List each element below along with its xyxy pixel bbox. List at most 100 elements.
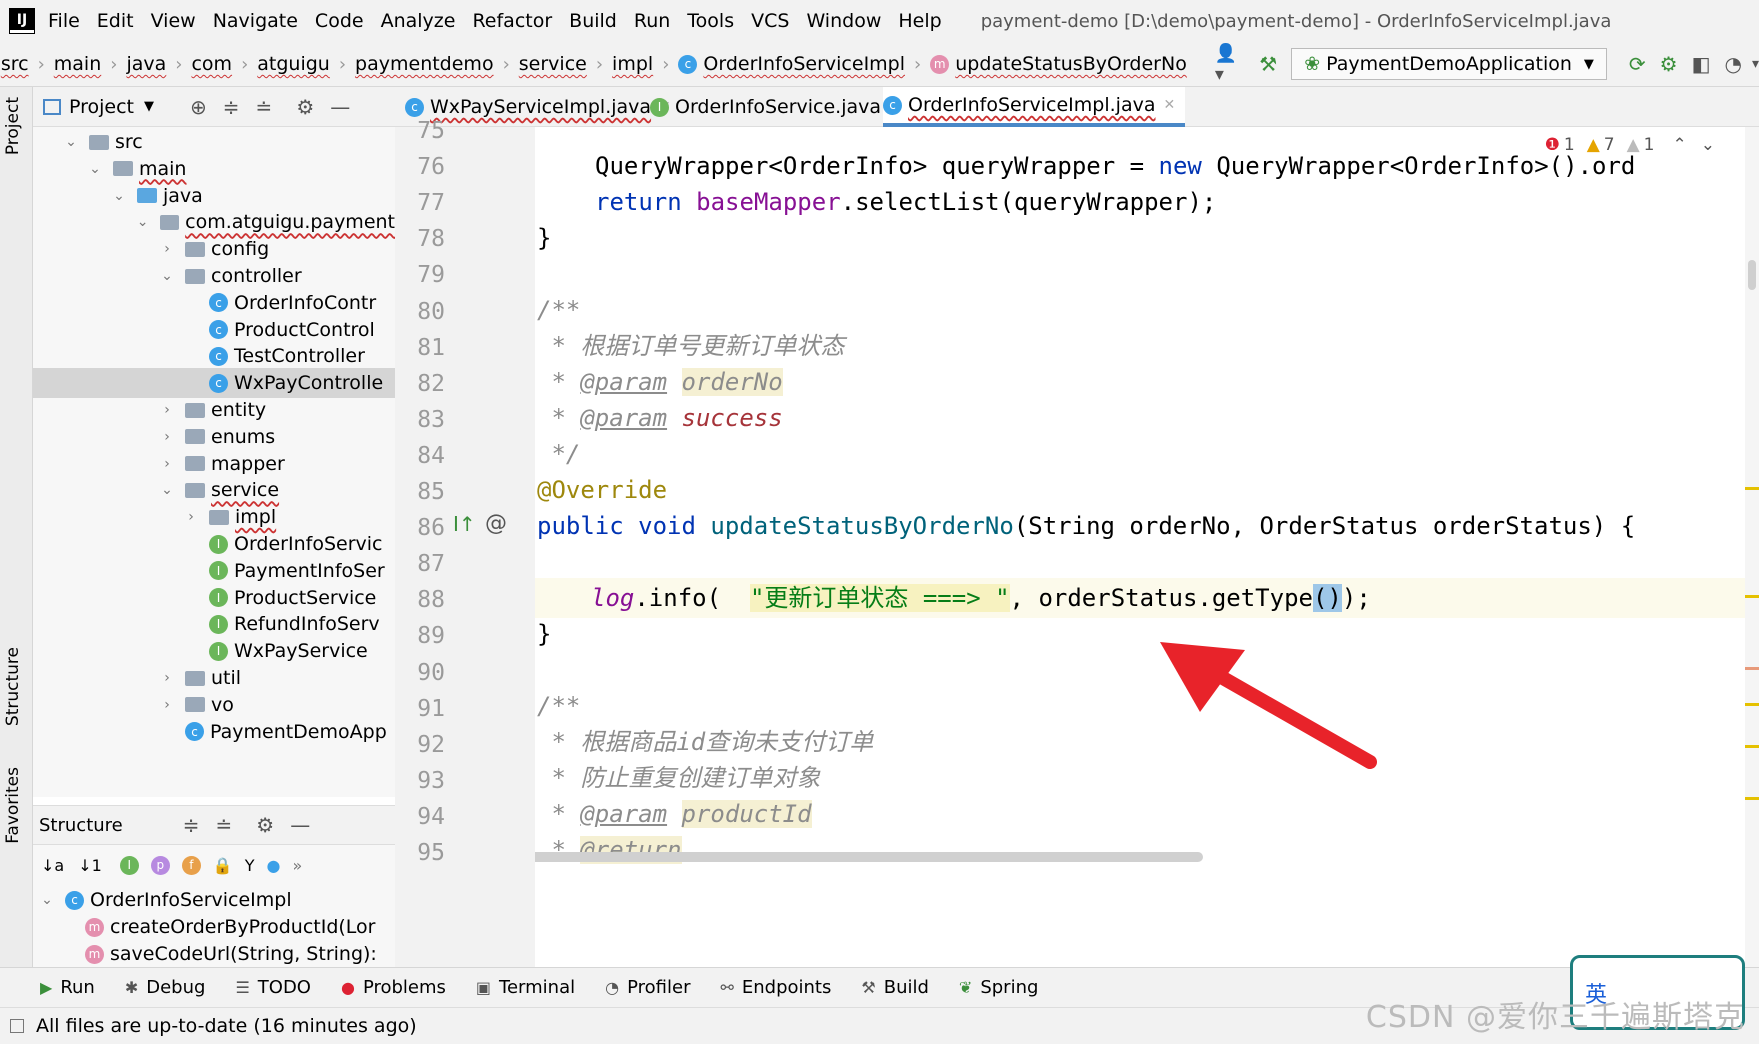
inspections-widget[interactable]: ❶1 ▲ 7 ▲ 1 ⌃ ⌄ — [1545, 127, 1715, 163]
menu-analyze[interactable]: Analyze — [381, 10, 456, 32]
tree-item[interactable]: c OrderInfoContr — [33, 288, 395, 318]
menu-view[interactable]: View — [151, 10, 196, 32]
tree-item[interactable]: ⌄ main — [33, 154, 395, 184]
dropdown-arrow-icon[interactable]: ▼ — [144, 99, 154, 114]
tree-item[interactable]: ⌄ java — [33, 181, 395, 211]
chevron-down-icon[interactable]: ⌄ — [135, 214, 150, 230]
more-actions-icon[interactable]: ▾ — [1752, 56, 1759, 72]
filter-icon[interactable]: Y — [245, 856, 255, 875]
warning-marker[interactable] — [1745, 745, 1759, 748]
rerun-icon[interactable]: ⟳ — [1629, 52, 1646, 76]
hammer-build-icon[interactable]: ⚒ — [1259, 52, 1277, 76]
user-icon[interactable]: 👤▾ — [1215, 43, 1237, 85]
tool-build[interactable]: ⚒ Build — [861, 977, 929, 998]
lock-icon[interactable]: 🔒 — [213, 856, 233, 875]
next-highlight-icon[interactable]: ⌄ — [1701, 135, 1715, 155]
menu-navigate[interactable]: Navigate — [213, 10, 298, 32]
tree-item[interactable]: I ProductService — [33, 583, 395, 613]
tree-item[interactable]: c TestController — [33, 341, 395, 371]
gear-icon[interactable]: ⚙ — [296, 95, 314, 119]
menu-help[interactable]: Help — [898, 10, 941, 32]
tool-problems[interactable]: ● Problems — [341, 977, 446, 998]
breadcrumb-paymentdemo[interactable]: paymentdemo — [355, 53, 494, 75]
chevron-right-icon[interactable]: › — [159, 429, 175, 445]
tool-todo[interactable]: ☰ TODO — [235, 977, 311, 998]
tree-item[interactable]: › util — [33, 663, 395, 693]
chevron-right-icon[interactable]: › — [159, 402, 175, 418]
menu-file[interactable]: File — [48, 10, 80, 32]
run-configuration-select[interactable]: ❀ PaymentDemoApplication ▼ — [1291, 48, 1607, 80]
menu-refactor[interactable]: Refactor — [472, 10, 552, 32]
horizontal-scrollbar[interactable] — [535, 852, 1203, 862]
collapse-all-icon[interactable]: ≐ — [256, 95, 273, 119]
hide-panel-icon[interactable]: — — [290, 813, 310, 837]
warning-marker[interactable] — [1745, 595, 1759, 598]
show-fields-icon[interactable]: f — [181, 855, 201, 875]
menu-window[interactable]: Window — [806, 10, 881, 32]
breadcrumb-src[interactable]: src — [1, 53, 29, 75]
breadcrumb-class[interactable]: OrderInfoServiceImpl — [703, 53, 905, 75]
tree-item[interactable]: I OrderInfoServic — [33, 529, 395, 559]
tree-item[interactable]: ⌄ com.atguigu.payment — [33, 207, 395, 237]
collapse-all-icon[interactable]: ≐ — [216, 813, 233, 837]
error-marker[interactable] — [1745, 667, 1759, 670]
tree-item[interactable]: › config — [33, 234, 395, 264]
tree-item[interactable]: c PaymentDemoApp — [33, 717, 395, 747]
coverage-icon[interactable]: ◧ — [1692, 52, 1711, 76]
chevron-down-icon[interactable]: ⌄ — [39, 892, 55, 908]
close-icon[interactable]: ✕ — [1163, 97, 1175, 113]
previous-highlight-icon[interactable]: ⌃ — [1673, 135, 1687, 155]
project-panel-title[interactable]: Project — [69, 96, 134, 118]
locate-icon[interactable]: ⊕ — [190, 95, 207, 119]
side-tab-favorites[interactable]: Favorites — [3, 767, 23, 844]
tree-item[interactable]: › entity — [33, 395, 395, 425]
hide-panel-icon[interactable]: — — [330, 95, 350, 119]
sort-alpha-icon[interactable]: ↓a — [41, 856, 64, 875]
tool-spring[interactable]: ❦ Spring — [959, 977, 1039, 998]
debug-icon[interactable]: ⚙ — [1660, 52, 1678, 76]
profiler-icon[interactable]: ◔ — [1725, 52, 1742, 76]
chevron-down-icon[interactable]: ⌄ — [87, 161, 103, 177]
expand-all-icon[interactable]: ≑ — [223, 95, 240, 119]
sort-visibility-icon[interactable]: ↓1 — [78, 856, 102, 875]
breadcrumb-java[interactable]: java — [126, 53, 166, 75]
breadcrumb-com[interactable]: com — [191, 53, 232, 75]
vertical-scrollbar-thumb[interactable] — [1748, 260, 1756, 290]
chevron-down-icon[interactable]: ⌄ — [159, 268, 175, 284]
menu-code[interactable]: Code — [315, 10, 364, 32]
tool-endpoints[interactable]: ⚯ Endpoints — [720, 977, 831, 998]
more-icon[interactable]: » — [292, 856, 302, 875]
chevron-right-icon[interactable]: › — [159, 456, 175, 472]
breadcrumb-impl[interactable]: impl — [612, 53, 653, 75]
menu-tools[interactable]: Tools — [687, 10, 734, 32]
tree-item[interactable]: I RefundInfoServ — [33, 609, 395, 639]
tree-item[interactable]: › mapper — [33, 449, 395, 479]
chevron-down-icon[interactable]: ⌄ — [63, 134, 79, 150]
code-editor[interactable]: QueryWrapper<OrderInfo> queryWrapper = n… — [535, 127, 1745, 967]
menu-build[interactable]: Build — [569, 10, 617, 32]
tree-item[interactable]: ⌄ controller — [33, 261, 395, 291]
tree-item[interactable]: › vo — [33, 690, 395, 720]
chevron-right-icon[interactable]: › — [159, 670, 175, 686]
chevron-right-icon[interactable]: › — [183, 509, 199, 525]
tree-item[interactable]: I PaymentInfoSer — [33, 556, 395, 586]
tree-item[interactable]: ⌄ service — [33, 475, 395, 505]
tree-item[interactable]: › enums — [33, 422, 395, 452]
tool-profiler[interactable]: ◔ Profiler — [605, 977, 690, 998]
tool-run[interactable]: ▶ Run — [40, 977, 95, 998]
show-properties-icon[interactable]: p — [150, 855, 170, 875]
warning-marker[interactable] — [1745, 797, 1759, 800]
tree-item[interactable]: c ProductControl — [33, 315, 395, 345]
gear-icon[interactable]: ⚙ — [256, 813, 274, 837]
show-inherited-icon[interactable]: I — [119, 855, 139, 875]
chevron-right-icon[interactable]: › — [159, 241, 175, 257]
tree-item[interactable]: I WxPayService — [33, 636, 395, 666]
side-tab-project[interactable]: Project — [3, 97, 23, 155]
chevron-down-icon[interactable]: ⌄ — [159, 482, 175, 498]
warning-marker[interactable] — [1745, 703, 1759, 706]
toggle-tool-windows-icon[interactable] — [10, 1019, 24, 1033]
expand-all-icon[interactable]: ≑ — [183, 813, 200, 837]
structure-item[interactable]: m createOrderByProductId(Lor — [33, 912, 376, 942]
tab-orderinfoservice[interactable]: I OrderInfoService.java ✕ — [650, 87, 901, 127]
chevron-down-icon[interactable]: ⌄ — [111, 188, 127, 204]
